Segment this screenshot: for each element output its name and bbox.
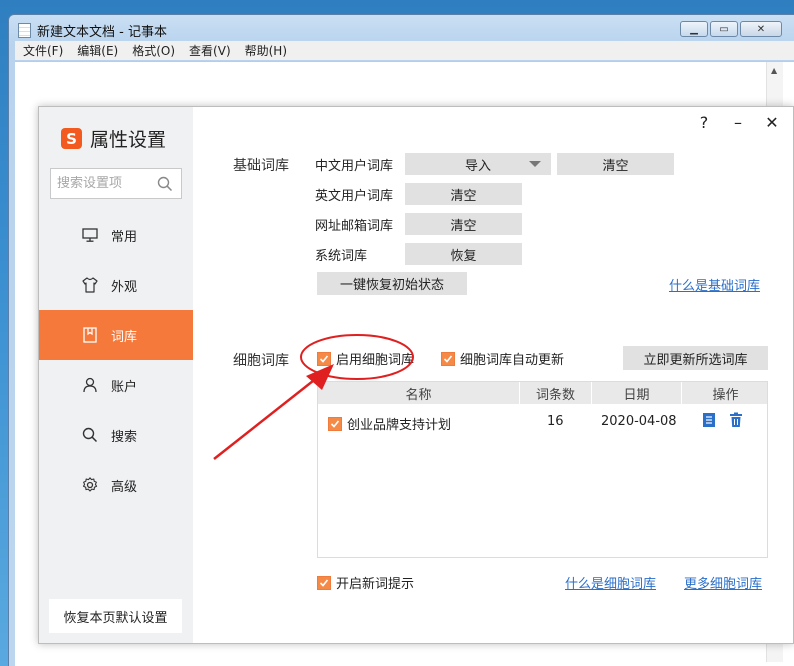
col-count: 词条数 <box>520 382 592 404</box>
notepad-window-controls: ▁ ▭ ✕ <box>680 21 782 37</box>
nav-item-label: 账户 <box>111 379 138 395</box>
what-is-basic-dict-link[interactable]: 什么是基础词库 <box>669 275 760 294</box>
menu-format[interactable]: 格式(O) <box>132 42 175 59</box>
nav-item-general[interactable]: 常用 <box>39 210 193 260</box>
auto-update-label: 细胞词库自动更新 <box>460 353 565 368</box>
nav-item-search[interactable]: 搜索 <box>39 410 193 460</box>
reset-page-defaults-button[interactable]: 恢复本页默认设置 <box>49 599 182 633</box>
close-icon: ✕ <box>756 23 766 35</box>
english-user-dict-label: 英文用户词库 <box>315 189 394 204</box>
maximize-icon: ▭ <box>719 23 729 35</box>
sogou-logo-icon: S <box>61 128 82 149</box>
restore-initial-state-button[interactable]: 一键恢复初始状态 <box>317 272 467 295</box>
clear-url-dict-button[interactable]: 清空 <box>405 213 522 235</box>
gear-icon <box>81 476 99 494</box>
trash-icon[interactable] <box>729 412 743 428</box>
scroll-up-icon[interactable]: ▲ <box>771 66 777 75</box>
import-dropdown[interactable]: 导入 <box>405 153 551 175</box>
minimize-icon: ▁ <box>690 23 698 35</box>
settings-search-input[interactable] <box>57 176 155 191</box>
dict-date: 2020-04-08 <box>601 414 677 429</box>
notepad-title: 新建文本文档 - 记事本 <box>37 24 167 40</box>
minimize-button[interactable]: ▁ <box>680 21 708 37</box>
notepad-icon <box>18 22 31 38</box>
nav-item-label: 外观 <box>111 279 138 295</box>
checkbox-checked-icon <box>317 351 331 366</box>
dictionary-settings-panel: 基础词库 中文用户词库 导入 清空 英文用户词库 清空 网址邮箱词库 清空 系统… <box>193 107 793 643</box>
cell-dict-table: 名称 词条数 日期 操作 创业品牌支持计划 16 2020-04-08 <box>317 381 768 558</box>
menu-view[interactable]: 查看(V) <box>189 42 231 59</box>
book-icon <box>81 326 99 344</box>
checkbox-checked-icon <box>441 351 455 366</box>
menu-file[interactable]: 文件(F) <box>23 42 63 59</box>
nav-item-label: 高级 <box>111 479 138 495</box>
import-label: 导入 <box>464 158 491 174</box>
row-name-cell[interactable]: 创业品牌支持计划 <box>328 414 451 433</box>
chinese-user-dict-label: 中文用户词库 <box>315 159 394 174</box>
new-word-tip-checkbox[interactable]: 开启新词提示 <box>317 573 414 592</box>
table-header: 名称 词条数 日期 操作 <box>318 382 767 404</box>
update-selected-dicts-button[interactable]: 立即更新所选词库 <box>623 346 768 370</box>
system-dict-label: 系统词库 <box>315 249 368 264</box>
settings-search[interactable] <box>50 168 182 199</box>
settings-sidebar: S 属性设置 常用 外观 词库 账户 <box>39 107 193 643</box>
nav-item-account[interactable]: 账户 <box>39 360 193 410</box>
enable-cell-dict-checkbox[interactable]: 启用细胞词库 <box>317 349 414 368</box>
menu-help[interactable]: 帮助(H) <box>245 42 287 59</box>
shirt-icon <box>81 276 99 294</box>
col-actions: 操作 <box>712 387 739 403</box>
settings-nav: 常用 外观 词库 账户 搜索 高级 <box>39 210 193 510</box>
search-icon <box>81 426 99 444</box>
monitor-icon <box>81 226 99 244</box>
nav-item-appearance[interactable]: 外观 <box>39 260 193 310</box>
checkbox-checked-icon[interactable] <box>328 416 342 431</box>
enable-cell-dict-label: 启用细胞词库 <box>336 353 415 368</box>
notepad-menubar: 文件(F) 编辑(E) 格式(O) 查看(V) 帮助(H) <box>15 41 794 60</box>
new-word-tip-label: 开启新词提示 <box>336 577 415 592</box>
clear-english-dict-button[interactable]: 清空 <box>405 183 522 205</box>
close-button[interactable]: ✕ <box>740 21 782 37</box>
checkbox-checked-icon <box>317 575 331 590</box>
dialog-title: 属性设置 <box>90 129 167 151</box>
clear-chinese-dict-button[interactable]: 清空 <box>557 153 674 175</box>
url-email-dict-label: 网址邮箱词库 <box>315 219 394 234</box>
nav-item-label: 搜索 <box>111 429 138 445</box>
col-name: 名称 <box>318 382 520 404</box>
menu-edit[interactable]: 编辑(E) <box>77 42 118 59</box>
user-icon <box>81 376 99 394</box>
restore-system-dict-button[interactable]: 恢复 <box>405 243 522 265</box>
dict-name: 创业品牌支持计划 <box>347 418 452 433</box>
view-icon[interactable] <box>702 412 716 428</box>
notepad-titlebar: 新建文本文档 - 记事本 <box>18 20 167 40</box>
nav-item-dictionary[interactable]: 词库 <box>39 310 193 360</box>
nav-item-advanced[interactable]: 高级 <box>39 460 193 510</box>
auto-update-checkbox[interactable]: 细胞词库自动更新 <box>441 349 564 368</box>
cell-dict-title: 细胞词库 <box>233 353 289 369</box>
baidu-watermark-url: jingyan.baidu.com <box>628 628 748 643</box>
baidu-watermark: Bai du 经验 <box>610 591 785 624</box>
dialog-brand: S 属性设置 <box>61 125 166 152</box>
settings-dialog: S 属性设置 常用 外观 词库 账户 <box>38 106 794 644</box>
nav-item-label: 常用 <box>111 229 138 245</box>
col-date: 日期 <box>592 382 682 404</box>
basic-dict-title: 基础词库 <box>233 158 289 174</box>
search-icon[interactable] <box>157 176 173 192</box>
chevron-down-icon <box>529 161 541 167</box>
nav-item-label: 词库 <box>111 329 138 345</box>
maximize-button[interactable]: ▭ <box>710 21 738 37</box>
dict-count: 16 <box>547 414 564 429</box>
